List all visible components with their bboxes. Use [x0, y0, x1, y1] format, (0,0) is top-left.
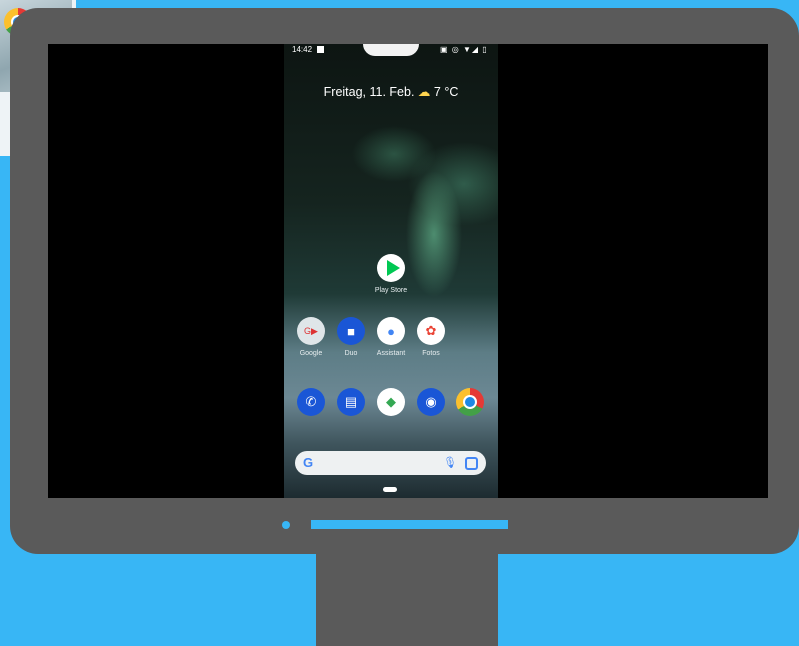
play-store-icon [377, 254, 405, 282]
phone-icon: ✆ [297, 388, 325, 416]
camera-icon: ◉ [417, 388, 445, 416]
google-folder-icon: G▶ [297, 317, 325, 345]
files-icon: ◆ [377, 388, 405, 416]
app-play-store[interactable]: Play Store [365, 254, 417, 294]
status-icons: ▣ ◎ ▼◢ ▯ [440, 45, 488, 54]
photos-icon: ✿ [417, 317, 445, 345]
chrome-icon [456, 388, 484, 416]
camera-notch [363, 44, 419, 56]
google-logo: G [303, 455, 314, 470]
home-gesture-pill[interactable] [383, 487, 397, 492]
monitor-light-bar [311, 520, 508, 529]
app-label: Fotos [422, 350, 440, 357]
cloud-sun-icon: ☁ [417, 85, 431, 99]
app-photos[interactable]: ✿ Fotos [405, 317, 457, 357]
messages-icon: ▤ [337, 388, 365, 416]
temperature-text: 7 °C [433, 85, 459, 99]
status-time: 14:42 [292, 45, 313, 54]
notification-icon [317, 46, 324, 53]
assistant-icon: ● [377, 317, 405, 345]
mic-icon[interactable]: 🎙 [443, 456, 457, 469]
monitor-stand [316, 554, 498, 646]
date-weather-widget[interactable]: Freitag, 11. Feb. ☁ 7 °C [284, 84, 498, 99]
power-indicator [282, 521, 290, 529]
lens-icon[interactable] [465, 457, 478, 470]
app-label: Play Store [374, 287, 408, 294]
date-text: Freitag, 11. Feb. [323, 85, 415, 99]
duo-icon: ■ [337, 317, 365, 345]
dock-chrome[interactable] [444, 388, 496, 416]
phone-screen: 14:42 ▣ ◎ ▼◢ ▯ Freitag, 11. Feb. ☁ 7 °C … [284, 44, 498, 498]
google-search-bar[interactable]: G 🎙 [295, 451, 486, 475]
